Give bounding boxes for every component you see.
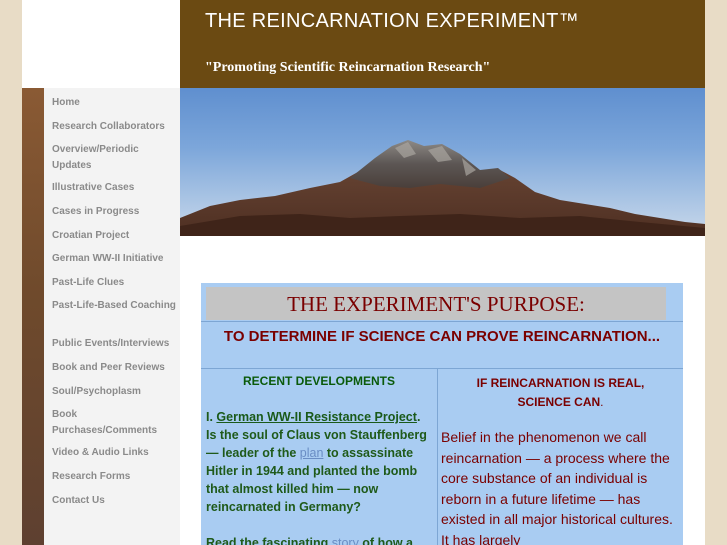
reincarnation-intro-text: Belief in the phenomenon we call reincar… [441, 429, 673, 545]
sidebar-item-german-ww2[interactable]: German WW-II Initiative [52, 251, 176, 267]
divider [201, 368, 683, 369]
purpose-heading-bar: THE EXPERIMENT'S PURPOSE: [206, 287, 666, 320]
sidebar-item-research-collaborators[interactable]: Research Collaborators [52, 119, 176, 135]
sidebar-item-soul-psychoplasm[interactable]: Soul/Psychoplasm [52, 384, 176, 400]
divider [201, 321, 683, 322]
decorative-strip [22, 88, 44, 545]
recent-developments-heading: RECENT DEVELOPMENTS [242, 374, 395, 388]
site-tagline: "Promoting Scientific Reincarnation Rese… [205, 60, 491, 75]
main-content-box: THE EXPERIMENT'S PURPOSE: TO DETERMINE I… [201, 283, 683, 545]
mountain-illustration [180, 140, 705, 236]
reincarnation-real-heading: IF REINCARNATION IS REAL, SCIENCE CAN. [438, 374, 683, 412]
purpose-heading: THE EXPERIMENT'S PURPOSE: [287, 292, 585, 316]
sidebar-item-croatian-project[interactable]: Croatian Project [52, 228, 176, 244]
sidebar-item-book-purchases[interactable]: Book Purchases/Comments [52, 407, 176, 438]
heading-period: . [600, 395, 604, 409]
sidebar-item-past-life-coaching[interactable]: Past-Life-Based Coaching [52, 298, 176, 314]
heading-line-1: IF REINCARNATION IS REAL, [476, 376, 645, 390]
site-header: THE REINCARNATION EXPERIMENT™ "Promoting… [180, 0, 705, 88]
sidebar-item-cases-in-progress[interactable]: Cases in Progress [52, 204, 176, 220]
sidebar-item-home[interactable]: Home [52, 95, 176, 111]
sidebar-item-public-events[interactable]: Public Events/Interviews [52, 336, 176, 352]
item-prefix: I. [206, 410, 217, 424]
left-top-spacer [22, 0, 180, 88]
sidebar-item-research-forms[interactable]: Research Forms [52, 469, 176, 485]
heading-line-2: SCIENCE CAN [517, 395, 601, 409]
read-prefix: Read the fascinating [206, 536, 332, 545]
sidebar-item-past-life-clues[interactable]: Past-Life Clues [52, 275, 176, 291]
read-suffix: of how a [358, 536, 413, 545]
page: Home Research Collaborators Overview/Per… [22, 0, 705, 545]
sidebar-item-video-audio[interactable]: Video & Audio Links [52, 445, 176, 461]
recent-development-item: I. German WW-II Resistance Project. Is t… [206, 408, 434, 516]
site-title: THE REINCARNATION EXPERIMENT™ [205, 10, 579, 32]
sidebar-item-overview[interactable]: Overview/Periodic Updates [52, 142, 176, 173]
plan-link[interactable]: plan [300, 446, 324, 460]
german-ww2-project-link[interactable]: German WW-II Resistance Project [216, 410, 417, 424]
sidebar-item-illustrative-cases[interactable]: Illustrative Cases [52, 180, 176, 196]
sidebar-item-book-reviews[interactable]: Book and Peer Reviews [52, 360, 176, 376]
mountain-landscape-image [180, 88, 705, 236]
purpose-subheading: TO DETERMINE IF SCIENCE CAN PROVE REINCA… [223, 328, 661, 345]
read-story-line: Read the fascinating story of how a [206, 534, 434, 545]
sidebar-item-contact-us[interactable]: Contact Us [52, 493, 176, 509]
story-link[interactable]: story [332, 536, 359, 545]
left-column: Home Research Collaborators Overview/Per… [22, 0, 180, 545]
sidebar-nav: Home Research Collaborators Overview/Per… [44, 88, 180, 545]
